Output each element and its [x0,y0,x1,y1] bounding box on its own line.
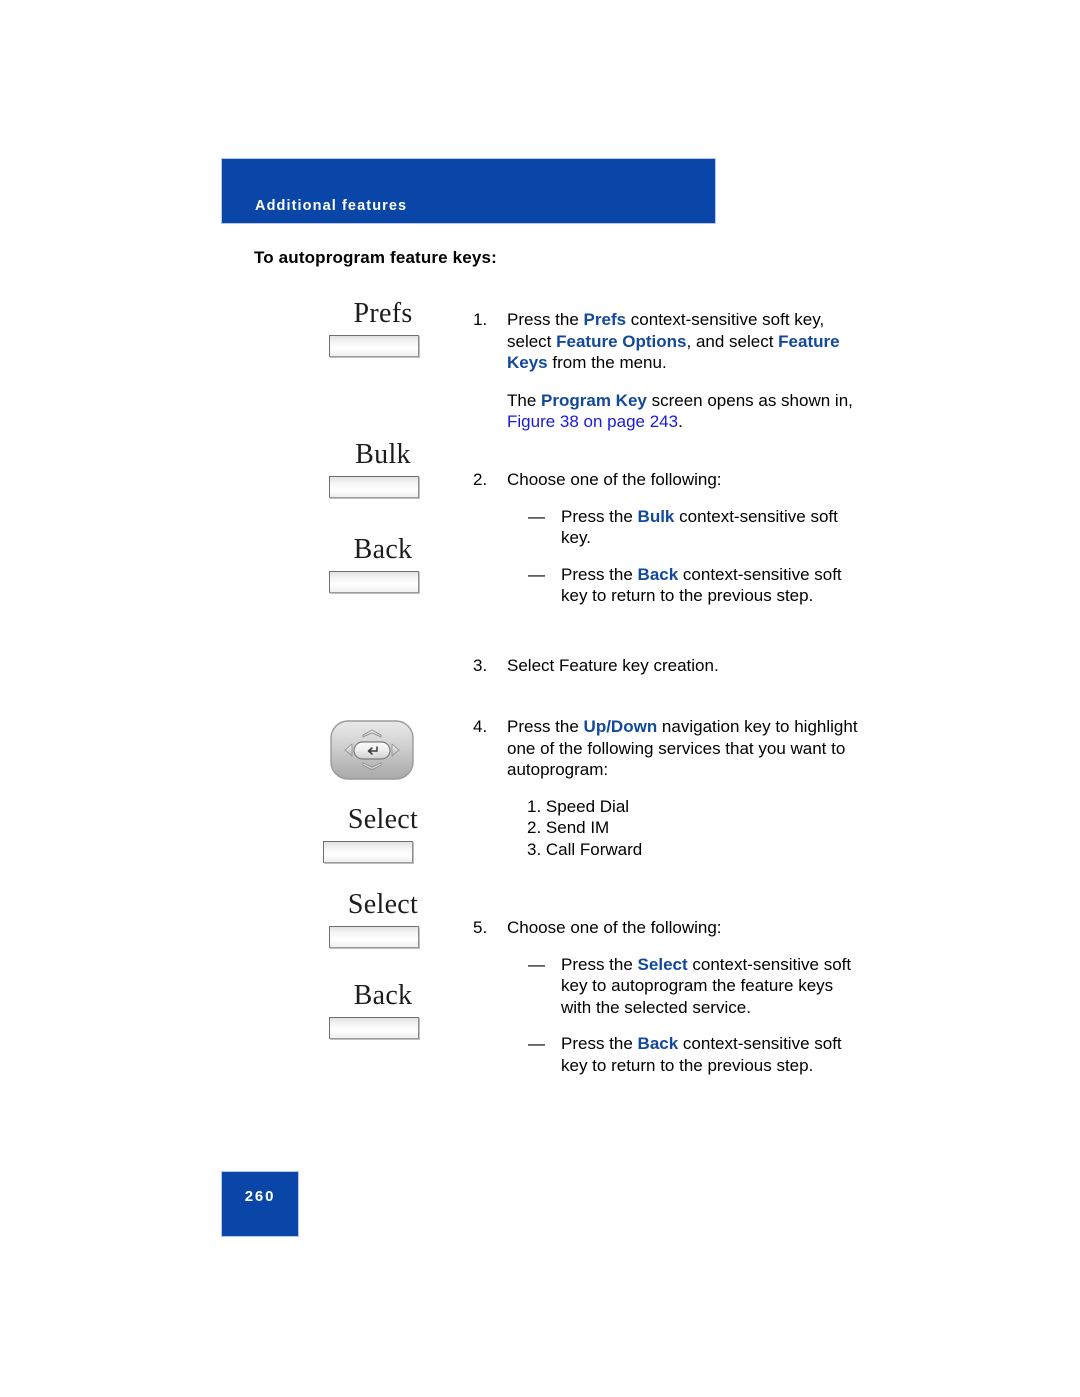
dash-bullet-icon: — [528,954,545,974]
step-body-1: Press the Prefs context-sensitive soft k… [507,309,863,433]
step-item-3: 3. Select Feature key creation. [473,655,863,677]
step-5-dash-2: — Press the Back context-sensitive soft … [507,1033,863,1076]
softkey-button-back-1[interactable] [329,571,419,593]
softkey-label-back-2: Back [353,980,413,1011]
step-5-dash-1-text: Press the Select context-sensitive soft … [561,954,852,1017]
keyword-term: Program Key [541,390,647,410]
step-item-4: 4. Press the Up/Down navigation key to h… [473,716,863,860]
dash-bullet-icon: — [528,506,545,526]
softkey-button-select-2[interactable] [329,926,419,948]
softkey-group-back-1: Back [300,536,480,593]
step-2-dash-2-text: Press the Back context-sensitive soft ke… [561,564,842,606]
step-4-paragraph-1: Press the Up/Down navigation key to high… [507,717,858,779]
footer-page-block: 260 [221,1171,299,1237]
keyword-term: Feature Options [556,331,687,351]
softkey-button-bulk[interactable] [329,476,419,498]
cross-reference-link[interactable]: Figure 38 on page 243 [507,412,678,431]
keyword-term: Prefs [583,310,627,329]
dash-bullet-icon: — [528,564,545,584]
navigation-cluster-icon[interactable] [328,715,416,785]
step-5-dash-1: — Press the Select context-sensitive sof… [507,954,863,1019]
step-number-3: 3. [473,656,488,675]
softkey-group-select-2: Select [300,891,480,948]
step-number-2: 2. [473,470,488,489]
softkey-label-select-2: Select [347,889,419,920]
page-title: To autoprogram feature keys: [254,248,497,267]
softkey-group-back-2: Back [300,982,480,1039]
step-body-5: Choose one of the following: — Press the… [507,917,863,1076]
step-number-1: 1. [473,310,488,329]
page-number: 260 [244,1188,276,1205]
step-2-dash-2: — Press the Back context-sensitive soft … [507,564,863,607]
softkey-group-prefs: Prefs [300,300,480,357]
softkey-group-bulk: Bulk [300,441,480,498]
dash-bullet-icon: — [528,1034,545,1053]
softkey-button-select-1[interactable] [323,841,413,863]
service-option-1: 1. Speed Dial [527,796,630,816]
step-5-dash-2-text: Press the Back context-sensitive soft ke… [561,1034,842,1075]
step-5-paragraph-1: Choose one of the following: [507,918,722,937]
navigation-key-group [300,713,480,793]
softkey-label-select-1: Select [347,804,419,835]
step-2-paragraph-1: Choose one of the following: [507,470,722,489]
keyword-term: Bulk [637,506,675,526]
step-body-4: Press the Up/Down navigation key to high… [507,716,863,860]
step-body-2: Choose one of the following: — Press the… [507,469,863,607]
step-3-paragraph-1: Select Feature key creation. [507,656,719,675]
step-item-1: 1. Press the Prefs context-sensitive sof… [473,309,863,433]
service-option-3: 3. Call Forward [527,839,643,859]
keyword-term: Select [637,954,688,974]
keyword-term: Back [637,1034,679,1053]
service-option-2: 2. Send IM [527,818,610,837]
softkey-label-bulk: Bulk [355,439,411,470]
step-2-dash-1: — Press the Bulk context-sensitive soft … [507,506,863,549]
step-2-dash-1-text: Press the Bulk context-sensitive soft ke… [561,506,838,548]
softkey-button-prefs[interactable] [329,335,419,357]
step-1-paragraph-1: Press the Prefs context-sensitive soft k… [507,310,840,372]
step-body-3: Select Feature key creation. [507,655,863,677]
section-header-band: Additional features [221,158,716,224]
step-number-4: 4. [473,717,488,736]
step-item-2: 2. Choose one of the following: — Press … [473,469,863,607]
step-4-service-list: 1. Speed Dial 2. Send IM 3. Call Forward [507,796,863,861]
softkey-button-back-2[interactable] [329,1017,419,1039]
section-header-label: Additional features [255,198,408,214]
keyword-term: Up/Down [583,717,658,736]
step-item-5: 5. Choose one of the following: — Press … [473,917,863,1076]
step-number-5: 5. [473,918,488,937]
softkey-label-back-1: Back [353,534,413,565]
step-1-paragraph-2: The Program Key screen opens as shown in… [507,390,853,432]
softkey-label-prefs: Prefs [353,298,413,329]
keyword-term: Back [637,564,679,584]
softkey-group-select-1: Select [300,806,480,863]
